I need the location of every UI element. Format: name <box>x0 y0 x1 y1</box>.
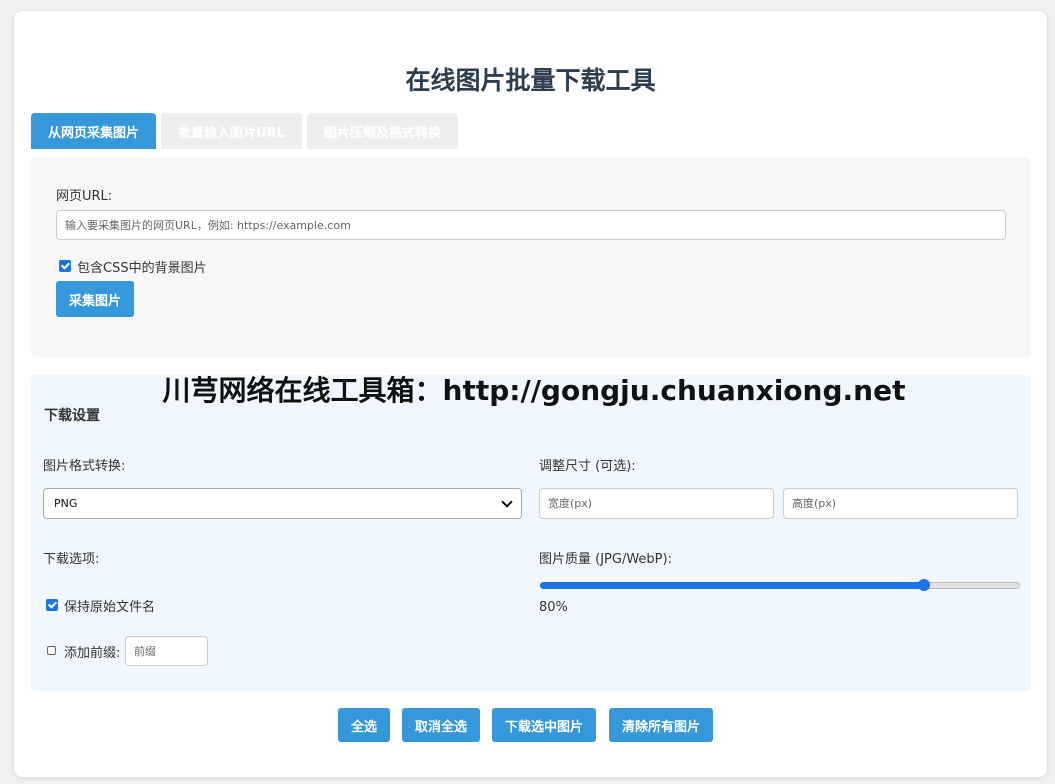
include-css-checkbox[interactable] <box>59 260 71 272</box>
watermark-text: 川芎网络在线工具箱：http://gongju.chuanxiong.net <box>162 374 906 407</box>
quality-slider[interactable] <box>540 579 1020 591</box>
tab-collect-from-webpage[interactable]: 从网页采集图片 <box>31 113 157 149</box>
add-prefix-label: 添加前缀: <box>64 646 121 661</box>
chevron-down-icon <box>501 495 513 508</box>
url-label: 网页URL: <box>56 189 113 204</box>
quality-slider-fill <box>540 582 924 589</box>
quality-value: 80% <box>539 600 568 615</box>
format-label: 图片格式转换: <box>43 459 126 474</box>
options-label: 下载选项: <box>43 552 100 567</box>
keep-filename-label: 保持原始文件名 <box>64 600 156 615</box>
main-card: 在线图片批量下载工具 从网页采集图片 批量输入图片URL 图片压缩及格式转换 网… <box>14 11 1047 777</box>
width-input[interactable] <box>539 488 774 519</box>
clear-all-button[interactable]: 清除所有图片 <box>609 708 714 742</box>
download-selected-button[interactable]: 下载选中图片 <box>492 708 597 742</box>
add-prefix-checkbox[interactable] <box>47 646 56 655</box>
tab-compress-convert[interactable]: 图片压缩及格式转换 <box>306 113 458 149</box>
download-settings-title: 下载设置 <box>44 408 100 424</box>
quality-label: 图片质量 (JPG/WebP): <box>539 552 672 567</box>
prefix-input[interactable] <box>125 636 208 666</box>
download-settings-panel: 下载设置 图片格式转换: PNG 调整尺寸 (可选): 下载选项: 保持原始文件… <box>31 375 1031 691</box>
tab-bar: 从网页采集图片 批量输入图片URL 图片压缩及格式转换 <box>31 113 458 149</box>
tab-batch-url-input[interactable]: 批量输入图片URL <box>161 113 302 149</box>
deselect-all-button[interactable]: 取消全选 <box>402 708 481 742</box>
url-panel: 网页URL: 包含CSS中的背景图片 采集图片 <box>31 157 1031 357</box>
collect-images-button[interactable]: 采集图片 <box>56 281 135 317</box>
format-selected-value: PNG <box>54 497 78 510</box>
format-select[interactable]: PNG <box>43 488 522 519</box>
url-input[interactable] <box>56 210 1006 240</box>
height-input[interactable] <box>783 488 1018 519</box>
include-css-label: 包含CSS中的背景图片 <box>77 261 207 276</box>
resize-label: 调整尺寸 (可选): <box>539 459 636 474</box>
page-title: 在线图片批量下载工具 <box>405 66 656 95</box>
keep-filename-checkbox[interactable] <box>46 599 58 611</box>
select-all-button[interactable]: 全选 <box>338 708 391 742</box>
quality-slider-thumb[interactable] <box>918 579 930 591</box>
